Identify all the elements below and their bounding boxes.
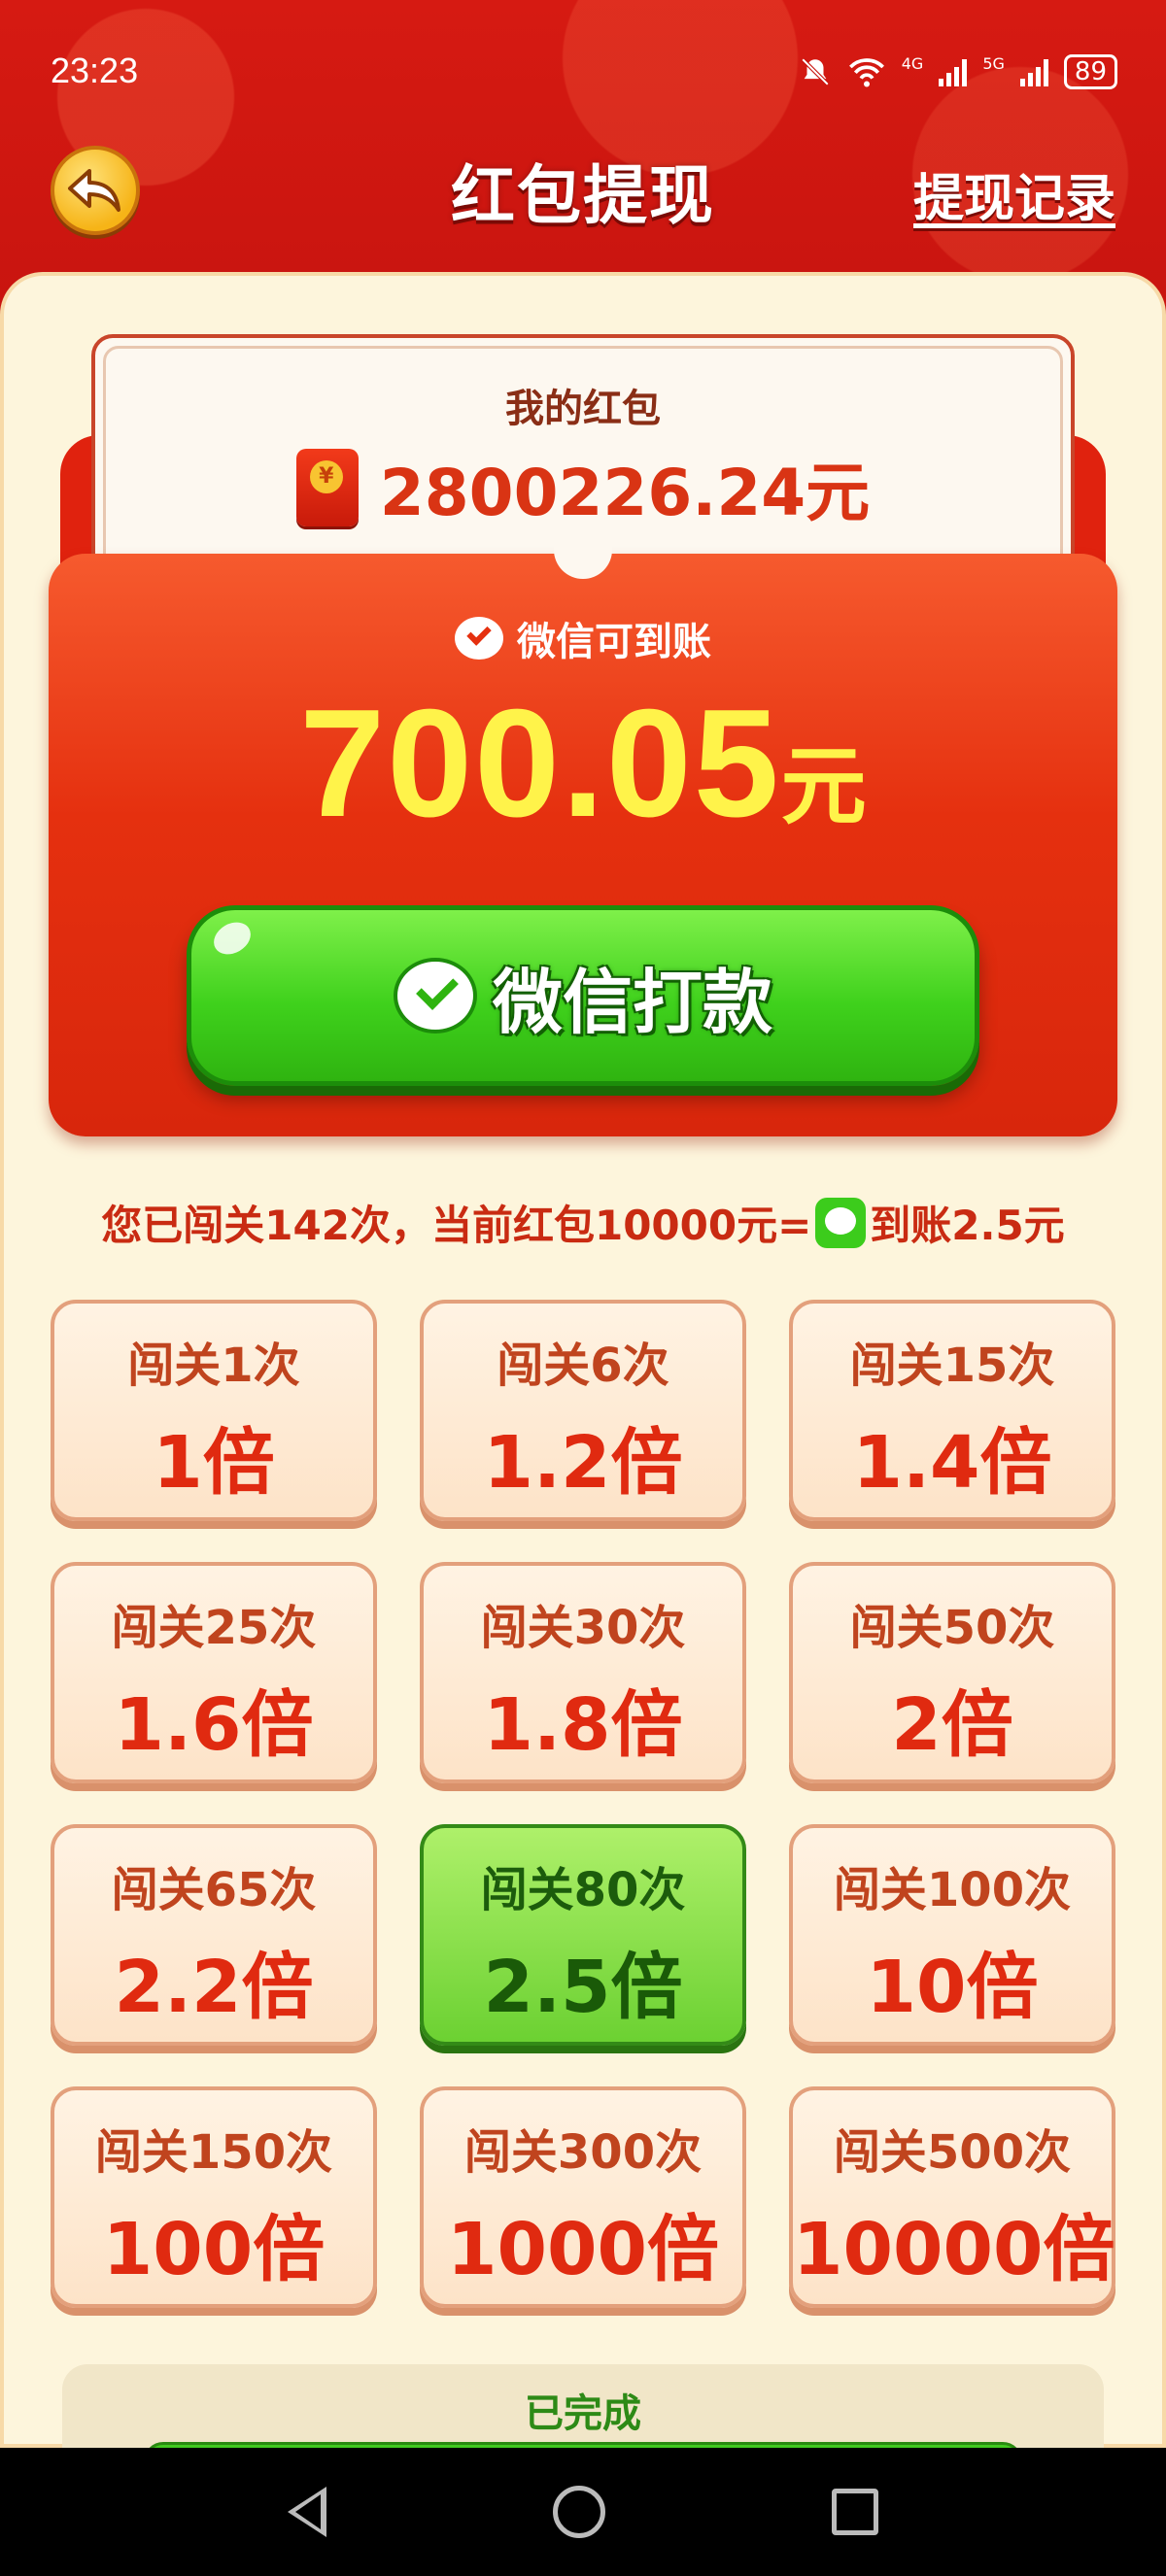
progress-info-suffix: 到账2.5元	[870, 1202, 1065, 1249]
multiplier-grid: 闯关1次 1倍 闯关6次 1.2倍 闯关15次 1.4倍 闯关25次 1.6倍 闯关30…	[51, 1300, 1115, 2308]
hongbao-icon	[295, 449, 359, 526]
tier-tile[interactable]: 闯关100次 10倍	[789, 1824, 1115, 2046]
payout-card: 微信可到账 700.05元 微信打款	[49, 554, 1117, 1136]
tier-label: 闯关80次	[480, 1863, 686, 1917]
tier-multiplier: 2.2倍	[114, 1946, 314, 2029]
tier-multiplier: 2.5倍	[483, 1946, 683, 2029]
wechat-label-row: 微信可到账	[49, 610, 1117, 666]
nav-home-icon[interactable]	[552, 2486, 605, 2538]
wechat-icon	[393, 958, 477, 1034]
tier-multiplier: 1000倍	[447, 2208, 719, 2291]
tier-label: 闯关500次	[833, 2125, 1072, 2180]
system-nav-bar	[0, 2448, 1166, 2576]
tier-label: 闯关1次	[127, 1339, 300, 1393]
wechat-icon	[815, 1197, 867, 1248]
tier-label: 闯关30次	[480, 1601, 686, 1655]
tier-multiplier: 1倍	[153, 1421, 275, 1505]
wallet-label: 我的红包	[505, 387, 661, 431]
withdraw-history-link[interactable]: 提现记录	[913, 157, 1115, 230]
tier-multiplier: 1.2倍	[483, 1421, 683, 1505]
wechat-receivable-label: 微信可到账	[517, 620, 711, 664]
wallet-amount-row: 2800226.24元	[95, 441, 1071, 534]
signal-icon-2	[1019, 57, 1048, 86]
tier-tile[interactable]: 闯关1次 1倍	[51, 1300, 377, 1521]
tier-tile[interactable]: 闯关150次 100倍	[51, 2086, 377, 2308]
tier-multiplier: 1.8倍	[483, 1683, 683, 1767]
tier-tile[interactable]: 闯关6次 1.2倍	[420, 1300, 746, 1521]
progress-info-prefix: 您已闯关142次，当前红包10000元=	[101, 1202, 812, 1249]
payout-amount-row: 700.05元	[49, 676, 1117, 852]
tier-label: 闯关6次	[497, 1339, 669, 1393]
signal-icon	[939, 57, 968, 86]
tier-label: 闯关50次	[849, 1601, 1055, 1655]
payout-unit: 元	[780, 736, 867, 836]
tier-multiplier: 10倍	[866, 1946, 1039, 2029]
wechat-pay-button-label: 微信打款	[492, 961, 772, 1043]
tier-multiplier: 1.6倍	[114, 1683, 314, 1767]
network-4g-label: 4G	[901, 54, 924, 73]
tier-multiplier: 100倍	[102, 2208, 326, 2291]
status-icons: 4G 5G 89	[799, 54, 1117, 89]
wechat-icon	[455, 617, 503, 660]
tier-label: 闯关25次	[111, 1601, 317, 1655]
network-5g-label: 5G	[982, 54, 1005, 73]
tier-tile[interactable]: 闯关300次 1000倍	[420, 2086, 746, 2308]
tier-label: 闯关65次	[111, 1863, 317, 1917]
tier-tile[interactable]: 闯关25次 1.6倍	[51, 1562, 377, 1783]
tier-tile-active[interactable]: 闯关80次 2.5倍	[420, 1824, 746, 2046]
battery-icon: 89	[1063, 54, 1117, 89]
tier-label: 闯关150次	[94, 2125, 333, 2180]
tier-multiplier: 1.4倍	[852, 1421, 1052, 1505]
tier-multiplier: 2倍	[891, 1683, 1013, 1767]
status-time: 23:23	[51, 51, 139, 90]
tier-multiplier: 10000倍	[793, 2208, 1115, 2291]
tier-tile[interactable]: 闯关500次 10000倍	[789, 2086, 1115, 2308]
nav-back-icon[interactable]	[288, 2487, 327, 2537]
tier-tile[interactable]: 闯关50次 2倍	[789, 1562, 1115, 1783]
tier-tile[interactable]: 闯关30次 1.8倍	[420, 1562, 746, 1783]
wifi-icon	[848, 58, 884, 87]
completed-label: 已完成	[525, 2391, 641, 2436]
progress-info: 您已闯关142次，当前红包10000元= 到账2.5元	[0, 1193, 1166, 1252]
tier-label: 闯关300次	[463, 2125, 703, 2180]
mute-icon	[801, 57, 830, 86]
wallet-amount: 2800226.24元	[379, 456, 871, 530]
status-bar: 23:23 4G 5G 89	[0, 0, 1166, 146]
tier-label: 闯关100次	[833, 1863, 1072, 1917]
wechat-pay-button[interactable]: 微信打款	[187, 905, 979, 1086]
tier-tile[interactable]: 闯关65次 2.2倍	[51, 1824, 377, 2046]
payout-amount: 700.05	[299, 678, 781, 849]
tier-tile[interactable]: 闯关15次 1.4倍	[789, 1300, 1115, 1521]
nav-recents-icon[interactable]	[831, 2489, 878, 2535]
tier-label: 闯关15次	[849, 1339, 1055, 1393]
